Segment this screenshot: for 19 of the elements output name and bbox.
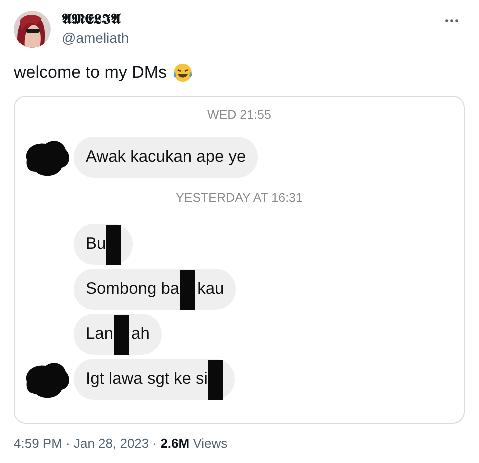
redaction-bar (114, 314, 129, 354)
message-text: Awak kacukan ape ye (86, 147, 246, 168)
chat-timestamp: YESTERDAY AT 16:31 (176, 190, 303, 208)
message-text: Igt lawa sgt ke si (86, 369, 208, 390)
tweet-meta: 4:59 PM · Jan 28, 2023 · 2.6M Views (14, 434, 229, 452)
tweet-text: welcome to my DMs (14, 62, 168, 84)
laughing-face-icon (173, 62, 194, 83)
redaction-bar (106, 224, 122, 264)
user-handle: @ameliath (62, 29, 130, 47)
message-text: Lan (86, 324, 114, 346)
message-text: Sombong ba (86, 279, 180, 300)
display-name: 𝕬𝕸𝕰𝕷𝕴𝕬 (62, 11, 122, 29)
redaction-bar (208, 360, 223, 400)
message-text: ah (132, 324, 150, 346)
redaction-bar (180, 270, 195, 310)
message-text: Bu (86, 234, 106, 256)
message-text: kau (198, 279, 224, 300)
chat-timestamp: WED 21:55 (208, 106, 272, 124)
more-icon[interactable] (445, 19, 459, 23)
